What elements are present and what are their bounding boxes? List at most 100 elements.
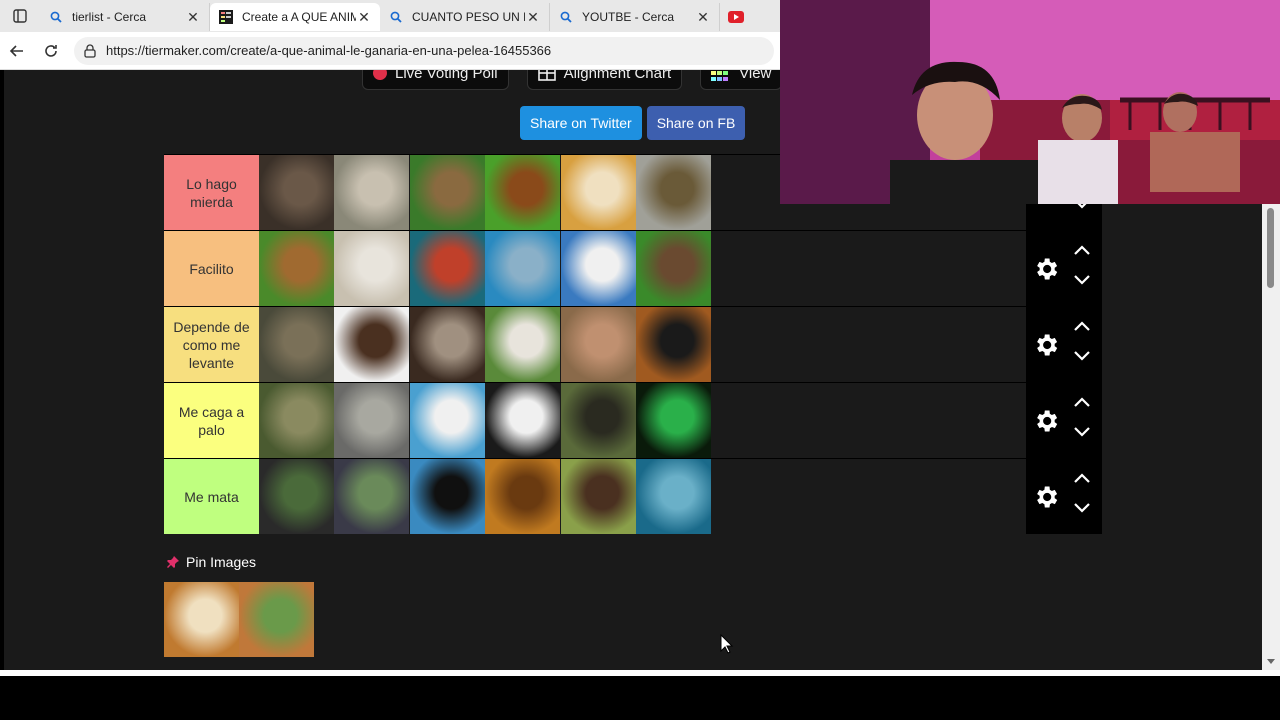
- tier-item-donkey[interactable]: [409, 307, 485, 382]
- share-twitter-button[interactable]: Share on Twitter: [520, 106, 642, 140]
- chevron-up-icon[interactable]: [1072, 395, 1092, 409]
- tier-item-panda[interactable]: [485, 383, 561, 458]
- gear-icon[interactable]: [1032, 483, 1060, 511]
- share-fb-button[interactable]: Share on FB: [646, 106, 746, 140]
- webcam-scene: [780, 0, 1280, 204]
- tier-item-moose[interactable]: [560, 459, 636, 534]
- tier-item-gorilla[interactable]: [259, 459, 334, 534]
- tier-item-crocodile[interactable]: [259, 383, 334, 458]
- tier-label[interactable]: Depende de como me levante: [164, 307, 259, 382]
- tier-item-kangaroo[interactable]: [560, 307, 636, 382]
- tier-item-squirrel[interactable]: [259, 231, 334, 306]
- tier-label[interactable]: Me caga a palo: [164, 383, 259, 458]
- tier-row: Depende de como me levante: [164, 306, 1102, 382]
- letterbox-bar: [0, 676, 1280, 720]
- tier-item-shark[interactable]: [635, 459, 711, 534]
- tier-item-orca[interactable]: [409, 459, 485, 534]
- tier-item-guinea-pig[interactable]: [560, 155, 636, 230]
- tier-item-sheep[interactable]: [334, 231, 410, 306]
- tier-item-piranha[interactable]: [635, 155, 711, 230]
- gear-icon[interactable]: [1032, 331, 1060, 359]
- live-voting-poll-label: Live Voting Poll: [395, 70, 498, 82]
- tier-item-penguin[interactable]: [560, 231, 636, 306]
- pin-images-header: Pin Images: [166, 554, 256, 570]
- browser-tab[interactable]: YOUTBE - Cerca ✕: [550, 3, 720, 31]
- chevron-down-icon[interactable]: [1072, 349, 1092, 363]
- tier-controls: [1026, 383, 1102, 458]
- gear-icon[interactable]: [1032, 407, 1060, 435]
- tier-list: Lo hago mierda Facilito Depende de como me…: [164, 154, 1102, 534]
- browser-tab[interactable]: Create a A QUE ANIMAL✕: [210, 3, 380, 31]
- back-arrow-icon: [9, 44, 23, 57]
- tier-items[interactable]: [259, 307, 1026, 382]
- tab-title: CUANTO PESO UN BUEY: [412, 10, 525, 24]
- scroll-down-icon[interactable]: [1266, 658, 1276, 666]
- tier-item-boar[interactable]: [560, 383, 636, 458]
- tier-item-scorpion[interactable]: [635, 307, 711, 382]
- tier-label[interactable]: Facilito: [164, 231, 259, 306]
- gear-icon[interactable]: [1032, 255, 1060, 283]
- share-row: Share on Twitter Share on FB: [520, 106, 746, 140]
- tab-title: YOUTBE - Cerca: [582, 10, 675, 24]
- browser-tab[interactable]: (52: [720, 3, 760, 31]
- tier-item-cow[interactable]: [409, 383, 485, 458]
- live-voting-poll-button[interactable]: Live Voting Poll: [362, 70, 509, 90]
- tier-label[interactable]: Lo hago mierda: [164, 155, 259, 230]
- search-icon: [388, 9, 404, 25]
- chevron-up-icon[interactable]: [1072, 319, 1092, 333]
- tier-item-rhino[interactable]: [334, 459, 410, 534]
- tier-row: Me caga a palo: [164, 382, 1102, 458]
- tiermaker-icon: [218, 9, 234, 25]
- tier-label[interactable]: Me mata: [164, 459, 259, 534]
- search-icon: [558, 9, 574, 25]
- tier-item-wolf[interactable]: [334, 383, 410, 458]
- tier-item-octopus[interactable]: [409, 231, 485, 306]
- tier-item-dolphin[interactable]: [485, 231, 561, 306]
- url-field[interactable]: https://tiermaker.com/create/a-que-anima…: [74, 36, 774, 65]
- tier-item-platypus[interactable]: [259, 155, 334, 230]
- close-tab-icon[interactable]: ✕: [356, 9, 372, 26]
- pin-image-tiger[interactable]: [164, 582, 239, 657]
- refresh-button[interactable]: [34, 34, 68, 68]
- tier-item-lion[interactable]: [485, 459, 561, 534]
- tier-item-chicken[interactable]: [485, 155, 561, 230]
- pin-images-row: [164, 582, 315, 657]
- alignment-chart-button[interactable]: Alignment Chart: [526, 70, 683, 90]
- tier-items[interactable]: [259, 383, 1026, 458]
- tier-item-eagle[interactable]: [334, 307, 410, 382]
- browser-tab[interactable]: CUANTO PESO UN BUEY✕: [380, 3, 550, 31]
- tier-item-capybara[interactable]: [409, 155, 485, 230]
- tab-title: Create a A QUE ANIMAL: [242, 10, 356, 24]
- chevron-down-icon[interactable]: [1072, 425, 1092, 439]
- chevron-down-icon[interactable]: [1072, 501, 1092, 515]
- browser-tab[interactable]: tierlist - Cerca ✕: [40, 3, 210, 31]
- tier-controls: [1026, 231, 1102, 306]
- pin-image-fox[interactable]: [239, 582, 315, 657]
- pin-images-title: Pin Images: [186, 554, 257, 570]
- tier-item-wombat[interactable]: [334, 155, 410, 230]
- tier-row: Facilito: [164, 230, 1102, 306]
- chevron-up-icon[interactable]: [1072, 243, 1092, 257]
- view-button[interactable]: View: [700, 70, 783, 90]
- grid-icon: [537, 70, 556, 81]
- tier-item-komodo-dragon[interactable]: [259, 307, 334, 382]
- tier-item-snake[interactable]: [635, 383, 711, 458]
- close-tab-icon[interactable]: ✕: [185, 9, 201, 26]
- tier-items[interactable]: [259, 231, 1026, 306]
- tier-item-goat[interactable]: [485, 307, 561, 382]
- mouse-cursor-icon: [720, 634, 734, 654]
- tab-actions-icon: [13, 9, 27, 23]
- chevron-down-icon[interactable]: [1072, 273, 1092, 287]
- tier-item-otter[interactable]: [635, 231, 711, 306]
- chevron-up-icon[interactable]: [1072, 471, 1092, 485]
- view-label: View: [739, 70, 772, 82]
- alignment-chart-label: Alignment Chart: [563, 70, 672, 82]
- scroll-thumb[interactable]: [1267, 208, 1274, 288]
- tab-actions-button[interactable]: [0, 0, 40, 32]
- close-tab-icon[interactable]: ✕: [525, 9, 541, 26]
- close-tab-icon[interactable]: ✕: [695, 9, 711, 26]
- tier-row: Me mata: [164, 458, 1102, 534]
- tier-items[interactable]: [259, 459, 1026, 534]
- back-button[interactable]: [0, 34, 34, 68]
- refresh-icon: [45, 44, 57, 57]
